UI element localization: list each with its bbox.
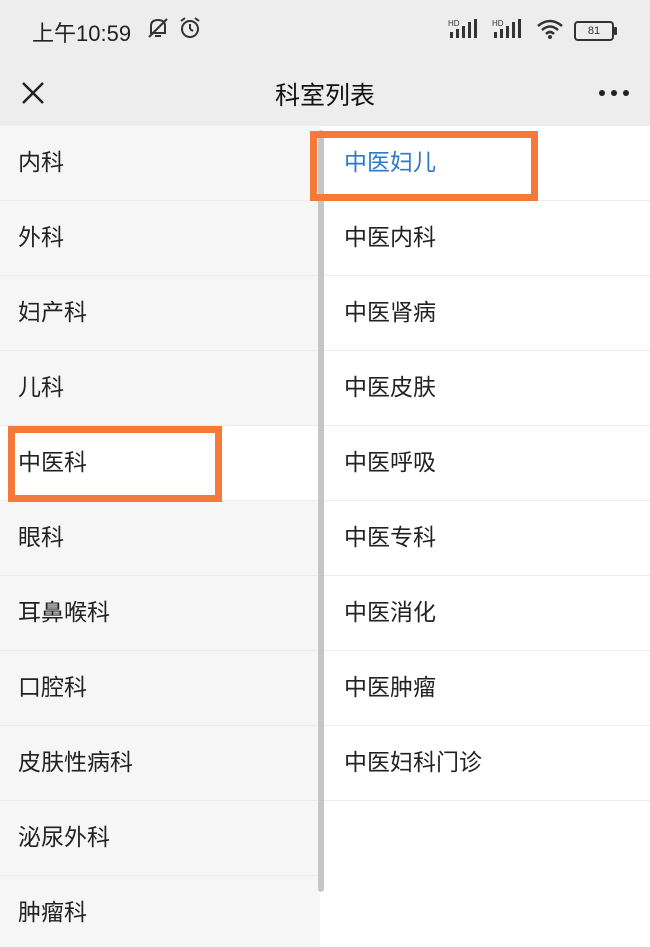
signal-hd-icon: HD: [448, 18, 482, 44]
sub-department-item[interactable]: 中医内科: [324, 201, 650, 276]
category-item[interactable]: 眼科: [0, 501, 320, 576]
category-item[interactable]: 口腔科: [0, 651, 320, 726]
status-time: 上午10:59: [32, 21, 132, 46]
sub-department-item[interactable]: 中医肾病: [324, 276, 650, 351]
category-item[interactable]: 皮肤性病科: [0, 726, 320, 801]
mute-icon: [145, 15, 171, 45]
sub-department-item[interactable]: 中医肿瘤: [324, 651, 650, 726]
category-item[interactable]: 肿瘤科: [0, 876, 320, 947]
department-category-list: 内科 外科 妇产科 儿科 中医科 眼科 耳鼻喉科 口腔科 皮肤性病科 泌尿外科 …: [0, 126, 320, 947]
svg-text:HD: HD: [492, 19, 504, 28]
wifi-icon: [536, 18, 564, 44]
status-bar: 上午10:59 HD HD 81: [0, 0, 650, 62]
highlight-box-sub-department: [310, 131, 538, 201]
category-item[interactable]: 外科: [0, 201, 320, 276]
category-item[interactable]: 内科: [0, 126, 320, 201]
category-item[interactable]: 儿科: [0, 351, 320, 426]
sub-department-item[interactable]: 中医消化: [324, 576, 650, 651]
category-item[interactable]: 泌尿外科: [0, 801, 320, 876]
highlight-box-category: [8, 426, 222, 502]
nav-bar: 科室列表: [0, 62, 650, 126]
signal-hd-icon: HD: [492, 18, 526, 44]
sub-department-item[interactable]: 中医专科: [324, 501, 650, 576]
more-icon[interactable]: [596, 80, 632, 106]
category-item[interactable]: 耳鼻喉科: [0, 576, 320, 651]
page-title: 科室列表: [274, 81, 375, 110]
category-item[interactable]: 妇产科: [0, 276, 320, 351]
alarm-icon: [177, 15, 203, 45]
svg-text:HD: HD: [448, 19, 460, 28]
sub-department-item[interactable]: 中医皮肤: [324, 351, 650, 426]
sub-department-item[interactable]: 中医呼吸: [324, 426, 650, 501]
sub-department-item[interactable]: 中医妇科门诊: [324, 726, 650, 801]
sub-department-list: 中医妇儿 中医内科 中医肾病 中医皮肤 中医呼吸 中医专科 中医消化 中医肿瘤 …: [324, 126, 650, 947]
battery-icon: 81: [574, 21, 617, 41]
